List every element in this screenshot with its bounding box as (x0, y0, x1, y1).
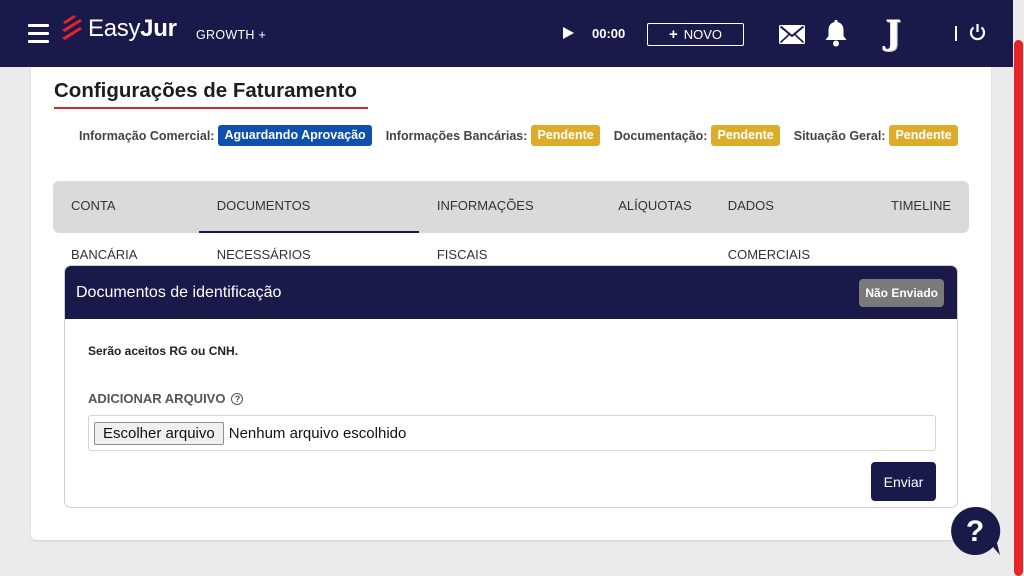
plus-icon: + (668, 26, 678, 43)
user-avatar[interactable]: J (885, 15, 917, 51)
status-badge-documentation: Pendente (711, 125, 780, 146)
add-file-label-text: ADICIONAR ARQUIVO (88, 391, 226, 406)
status-badge: Não Enviado (859, 278, 944, 307)
identification-documents-panel: Documentos de identificação Não Enviado … (64, 265, 958, 508)
title-underline (54, 107, 368, 109)
tab-rates[interactable]: ALÍQUOTAS (600, 181, 709, 233)
settings-tabs: CONTA BANCÁRIA DOCUMENTOS NECESSÁRIOS IN… (53, 181, 969, 262)
menu-icon[interactable] (28, 24, 49, 43)
help-icon[interactable]: ? (231, 392, 244, 405)
brand-name: EasyJur (88, 15, 177, 43)
tab-bank-account[interactable]: CONTA BANCÁRIA (53, 181, 199, 262)
add-file-label: ADICIONAR ARQUIVO ? (88, 391, 244, 406)
choose-file-button[interactable]: Escolher arquivo (94, 421, 224, 445)
brand-light: Easy (88, 15, 141, 42)
play-icon[interactable] (563, 27, 574, 39)
panel-title: Documentos de identificação (76, 283, 282, 301)
status-badge-general: Pendente (889, 125, 958, 146)
page-title: Configurações de Faturamento (54, 79, 357, 102)
tab-commercial-data[interactable]: DADOS COMERCIAIS (710, 181, 873, 262)
new-button-label: NOVO (683, 27, 723, 42)
status-badge-commercial: Aguardando Aprovação (218, 125, 372, 146)
mail-icon[interactable] (779, 25, 805, 44)
tab-tax-information[interactable]: INFORMAÇÕES FISCAIS (419, 181, 600, 262)
panel-header: Documentos de identificação Não Enviado (65, 266, 957, 319)
app-logo[interactable]: EasyJur (60, 14, 177, 44)
svg-text:?: ? (966, 515, 984, 548)
header-divider (955, 26, 957, 41)
status-label-banking: Informações Bancárias: (385, 128, 528, 143)
plan-label: GROWTH + (196, 28, 267, 42)
status-label-general: Situação Geral: (793, 128, 886, 143)
bell-icon[interactable] (824, 20, 848, 47)
tab-required-documents[interactable]: DOCUMENTOS NECESSÁRIOS (198, 181, 420, 262)
accepted-documents-note: Serão aceitos RG ou CNH. (88, 344, 239, 358)
status-summary: Informação Comercial: Aguardando Aprovaç… (79, 125, 958, 146)
timer-display: 00:00 (592, 26, 626, 41)
send-button[interactable]: Enviar (871, 462, 936, 501)
new-button[interactable]: + NOVO (647, 23, 744, 46)
easyjur-logo-icon (62, 15, 82, 40)
help-chat-icon[interactable]: ? (949, 505, 1001, 557)
status-label-documentation: Documentação: (613, 128, 708, 143)
scrollbar-thumb[interactable] (1014, 40, 1023, 576)
status-badge-banking: Pendente (531, 125, 600, 146)
tab-timeline[interactable]: TIMELINE (873, 181, 969, 233)
top-navbar: EasyJur GROWTH + 00:00 + NOVO J (0, 0, 1024, 67)
file-status-text: Nenhum arquivo escolhido (228, 424, 407, 442)
status-label-commercial: Informação Comercial: (79, 128, 215, 143)
file-input[interactable]: Escolher arquivo Nenhum arquivo escolhid… (88, 415, 936, 451)
brand-bold: Jur (140, 15, 177, 42)
power-icon[interactable] (969, 23, 986, 41)
